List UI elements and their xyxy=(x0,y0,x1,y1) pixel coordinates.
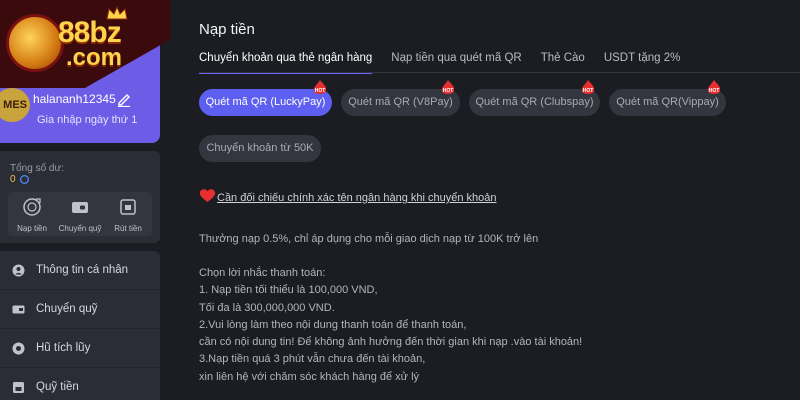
hot-icon: HOT xyxy=(313,80,327,94)
deposit-tabs: Chuyển khoản qua thẻ ngân hàng Nạp tiền … xyxy=(199,52,699,74)
hot-badge-text: HOT xyxy=(709,88,720,94)
sidebar-item-transfer[interactable]: Chuyển quỹ xyxy=(0,290,160,329)
withdraw-icon xyxy=(120,199,136,215)
main-content: Nạp tiền Chuyển khoản qua thẻ ngân hàng … xyxy=(175,0,800,400)
hot-icon: HOT xyxy=(441,80,455,94)
sidebar-item-profile[interactable]: Thông tin cá nhân xyxy=(0,251,160,290)
method-label: Quét mã QR (V8Pay) xyxy=(348,96,453,108)
heart-icon xyxy=(199,188,216,202)
note-line: 3.Nạp tiền quá 3 phút vẫn chưa đến tài k… xyxy=(199,353,426,366)
avatar[interactable]: MES xyxy=(0,88,30,122)
wallet-icon xyxy=(72,202,88,213)
sidebar-item-jar[interactable]: Hũ tích lũy xyxy=(0,329,160,368)
sidebar-item-label: Hũ tích lũy xyxy=(36,342,91,354)
logo-emblem xyxy=(6,14,64,72)
page-title: Nạp tiền xyxy=(199,21,255,38)
transfer-action[interactable]: Chuyển quỹ xyxy=(56,192,104,236)
method-label: Quét mã QR (Clubspay) xyxy=(475,96,594,108)
tab-divider xyxy=(199,72,800,73)
user-icon xyxy=(12,264,25,276)
note-line: 1. Nạp tiền tối thiểu là 100,000 VND, xyxy=(199,284,378,297)
deposit-label: Nạp tiền xyxy=(17,224,47,233)
method-clubspay-button[interactable]: Quét mã QR (Clubspay) HOT xyxy=(469,80,600,116)
join-day-text: Gia nhập ngày thứ 1 xyxy=(37,114,138,126)
balance-panel: Tổng số dư: 0 Nạp tiền Chuyển quỹ Rút ti… xyxy=(0,151,160,243)
method-vippay-button[interactable]: Quét mã QR(Vippay) HOT xyxy=(609,80,726,116)
fund-icon xyxy=(13,381,24,393)
note-line: xin liên hệ với chăm sóc khách hàng để x… xyxy=(199,370,420,383)
withdraw-label: Rút tiền xyxy=(114,224,142,233)
wallet-icon xyxy=(12,305,25,313)
method-luckypay-button[interactable]: Quét mã QR (LuckyPay) HOT xyxy=(199,80,332,116)
method-bank-50k-button[interactable]: Chuyển khoản từ 50K xyxy=(199,135,321,162)
deposit-bonus-text: Thưởng nạp 0.5%, chỉ áp dụng cho mỗi gia… xyxy=(199,233,539,245)
username: halananh12345 xyxy=(33,92,116,106)
tab-bank-transfer[interactable]: Chuyển khoản qua thẻ ngân hàng xyxy=(199,52,373,74)
method-label: Quét mã QR (LuckyPay) xyxy=(205,96,326,108)
note-line: 2.Vui lòng làm theo nội dung thanh toán … xyxy=(199,318,467,331)
jar-icon xyxy=(12,342,25,354)
tab-usdt[interactable]: USDT tặng 2% xyxy=(604,52,681,74)
hot-icon: HOT xyxy=(707,80,721,94)
balance-label: Tổng số dư: xyxy=(10,163,64,174)
deposit-icon xyxy=(23,198,41,216)
tab-scratch-card[interactable]: Thẻ Cào xyxy=(541,52,585,74)
quick-actions: Nạp tiền Chuyển quỹ Rút tiền xyxy=(8,192,152,236)
hot-badge-text: HOT xyxy=(315,88,326,94)
bank-name-warning: Cần đối chiếu chính xác tên ngân hàng kh… xyxy=(199,186,496,204)
method-label: Quét mã QR(Vippay) xyxy=(616,96,719,108)
bank-name-warning-link[interactable]: Cần đối chiếu chính xác tên ngân hàng kh… xyxy=(217,192,496,204)
edit-icon[interactable] xyxy=(116,91,132,107)
hot-badge-text: HOT xyxy=(583,88,594,94)
transfer-label: Chuyển quỹ xyxy=(58,224,102,233)
method-v8pay-button[interactable]: Quét mã QR (V8Pay) HOT xyxy=(341,80,460,116)
sidebar-menu: Thông tin cá nhân Chuyển quỹ Hũ tích lũy… xyxy=(0,251,160,400)
sidebar-item-label: Chuyển quỹ xyxy=(36,303,98,315)
method-label: Chuyển khoản từ 50K xyxy=(206,142,314,154)
note-line: Tối đa là 300,000,000 VND. xyxy=(199,301,335,314)
tab-qr-deposit[interactable]: Nạp tiền qua quét mã QR xyxy=(391,52,521,74)
sidebar-item-label: Quỹ tiền xyxy=(36,381,79,393)
sidebar-item-label: Thông tin cá nhân xyxy=(36,264,129,276)
deposit-action[interactable]: Nạp tiền xyxy=(8,192,56,236)
logo-text-domain: .com xyxy=(66,44,123,71)
sidebar-item-fund[interactable]: Quỹ tiền xyxy=(0,368,160,400)
payment-notes: Chọn lời nhắc thanh toán: 1. Nạp tiền tố… xyxy=(199,265,582,386)
balance-value: 0 xyxy=(10,174,16,185)
note-line: cần có nội dung tin! Để không ảnh hưởng … xyxy=(199,336,583,349)
withdraw-action[interactable]: Rút tiền xyxy=(104,192,152,236)
refresh-icon[interactable] xyxy=(19,174,30,185)
hot-icon: HOT xyxy=(581,80,595,94)
note-line: Chọn lời nhắc thanh toán: xyxy=(199,267,326,279)
hot-badge-text: HOT xyxy=(443,88,454,94)
sidebar: MES halananh12345 Gia nhập ngày thứ 1 88… xyxy=(0,0,175,400)
